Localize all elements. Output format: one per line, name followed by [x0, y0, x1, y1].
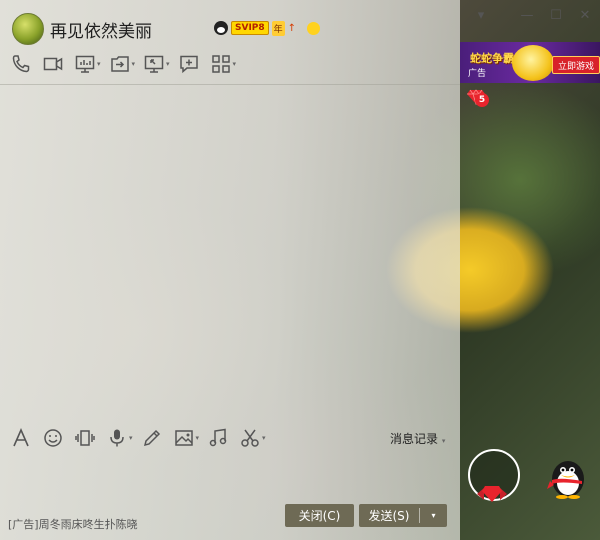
send-button[interactable]: 发送(S) ▾: [359, 504, 447, 527]
screen-share-dropdown[interactable]: ▾: [97, 60, 101, 68]
apps-grid-icon[interactable]: [210, 53, 232, 75]
gem-count-badge: 5: [475, 93, 489, 107]
font-icon[interactable]: [10, 427, 32, 449]
qq-penguin-icon[interactable]: [544, 453, 590, 499]
scissors-icon[interactable]: [239, 427, 261, 449]
send-options-dropdown[interactable]: ▾: [420, 511, 447, 520]
contact-avatar[interactable]: [12, 13, 44, 45]
smile-badge-icon: [307, 21, 321, 35]
message-history-area[interactable]: [0, 85, 460, 420]
mascot-icon: [512, 45, 554, 81]
emoji-icon[interactable]: [42, 427, 64, 449]
remote-desktop-icon[interactable]: [143, 53, 165, 75]
ad-tag: 广告: [468, 69, 487, 79]
screenshot-dropdown[interactable]: ▾: [262, 434, 266, 442]
title-bar: 再见依然美丽 SVIP8 年 ↑ ▾ — ☐ ✕: [0, 0, 600, 45]
year-badge: 年: [271, 20, 285, 36]
file-transfer-dropdown[interactable]: ▾: [132, 60, 136, 68]
screen-share-icon[interactable]: [74, 53, 96, 75]
input-toolbar: ▾ ▾ ▾: [10, 427, 274, 449]
close-window-button[interactable]: ✕: [578, 9, 592, 23]
top-toolbar: ▾ ▾ ▾ ▾: [10, 53, 244, 75]
send-button-label[interactable]: 发送(S): [359, 507, 419, 524]
chevron-down-icon: ▾: [441, 437, 446, 445]
image-icon[interactable]: [173, 427, 195, 449]
gem-badge-icon: [477, 486, 507, 502]
minimize-button[interactable]: —: [520, 9, 534, 23]
contact-name[interactable]: 再见依然美丽: [50, 17, 152, 42]
apps-dropdown[interactable]: ▾: [233, 60, 237, 68]
penguin-badge-icon: [214, 21, 228, 35]
music-icon[interactable]: [207, 427, 229, 449]
mic-icon[interactable]: [106, 427, 128, 449]
remote-desktop-dropdown[interactable]: ▾: [166, 60, 170, 68]
message-input[interactable]: [0, 455, 460, 500]
file-transfer-icon[interactable]: [109, 53, 131, 75]
pen-icon[interactable]: [141, 427, 163, 449]
chevron-down-icon[interactable]: ▾: [474, 9, 488, 23]
message-history-label: 消息记录: [390, 432, 439, 446]
chat-window: 再见依然美丽 SVIP8 年 ↑ ▾ — ☐ ✕ ▾ ▾ ▾ ▾ ▾ ▾ ▾ 消…: [0, 0, 600, 540]
shake-icon[interactable]: [74, 427, 96, 449]
svip-badge: SVIP8: [231, 21, 269, 35]
video-icon[interactable]: [42, 53, 64, 75]
message-add-icon[interactable]: [178, 53, 200, 75]
close-button[interactable]: 关闭(C): [285, 504, 354, 527]
message-history-button[interactable]: 消息记录 ▾: [390, 430, 445, 447]
image-dropdown[interactable]: ▾: [196, 434, 200, 442]
phone-icon[interactable]: [10, 53, 32, 75]
ad-game-title: 蛇蛇争霸: [470, 52, 514, 65]
vip-badges[interactable]: SVIP8 年 ↑: [214, 20, 321, 36]
play-game-button[interactable]: 立即游戏: [552, 56, 600, 74]
level-up-icon: ↑: [287, 22, 297, 34]
maximize-button[interactable]: ☐: [549, 9, 563, 23]
footer-ad-link[interactable]: [广告]周冬雨床咚生扑陈晓: [8, 516, 138, 532]
mic-dropdown[interactable]: ▾: [129, 434, 133, 442]
game-banner-ad[interactable]: 蛇蛇争霸 广告 立即游戏: [460, 42, 600, 83]
